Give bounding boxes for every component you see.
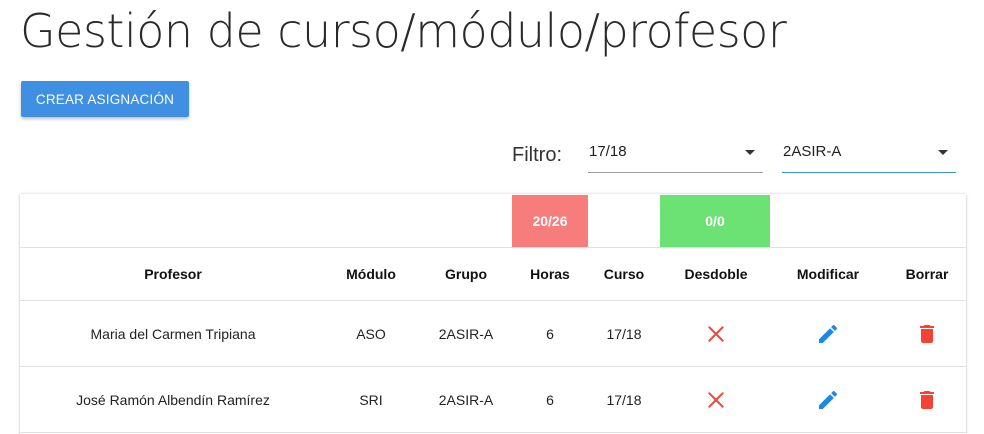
trash-icon[interactable]	[915, 388, 939, 412]
create-assignment-button[interactable]: CREAR ASIGNACIÓN	[21, 81, 189, 117]
cell-delete	[888, 367, 966, 432]
chevron-down-icon	[745, 150, 755, 155]
trash-icon[interactable]	[915, 322, 939, 346]
header-professor: Profesor	[144, 266, 202, 282]
header-hours: Horas	[530, 266, 570, 282]
table-row: José Ramón Albendín Ramírez SRI 2ASIR-A …	[20, 367, 966, 433]
cell-module: ASO	[356, 325, 386, 342]
cell-professor: Maria del Carmen Tripiana	[90, 325, 256, 342]
header-module: Módulo	[346, 266, 396, 282]
cell-group: 2ASIR-A	[438, 325, 494, 342]
split-summary-badge: 0/0	[660, 195, 770, 247]
assignments-table: 20/26 0/0 Profesor Módulo Grupo Horas Cu…	[20, 194, 966, 434]
cell-edit	[768, 301, 888, 366]
cell-split	[664, 367, 768, 432]
cell-edit	[768, 367, 888, 432]
cell-professor: José Ramón Albendín Ramírez	[76, 391, 270, 408]
filter-label: Filtro:	[512, 144, 562, 166]
table-row: Maria del Carmen Tripiana ASO 2ASIR-A 6 …	[20, 301, 966, 367]
course-select[interactable]: 17/18	[588, 136, 763, 173]
hours-summary-badge: 20/26	[512, 195, 588, 247]
table-header-row: Profesor Módulo Grupo Horas Curso Desdob…	[20, 248, 966, 301]
cell-hours: 6	[546, 325, 554, 342]
group-select-value: 2ASIR-A	[783, 143, 842, 160]
header-edit: Modificar	[796, 266, 860, 282]
cell-course: 17/18	[606, 391, 642, 408]
cell-delete	[888, 301, 966, 366]
cell-hours: 6	[546, 391, 554, 408]
cell-module: SRI	[359, 391, 383, 408]
close-icon	[706, 324, 726, 344]
pencil-icon[interactable]	[816, 388, 840, 412]
cell-course: 17/18	[606, 325, 642, 342]
chevron-down-icon	[938, 150, 948, 155]
header-group: Grupo	[445, 266, 487, 282]
course-select-value: 17/18	[589, 143, 627, 160]
cell-split	[664, 301, 768, 366]
close-icon	[706, 390, 726, 410]
header-delete: Borrar	[905, 266, 949, 282]
summary-row: 20/26 0/0	[20, 194, 966, 248]
page-title: Gestión de curso/módulo/profesor	[20, 4, 787, 58]
cell-group: 2ASIR-A	[438, 391, 494, 408]
pencil-icon[interactable]	[816, 322, 840, 346]
group-select[interactable]: 2ASIR-A	[782, 136, 956, 173]
header-course: Curso	[603, 266, 645, 282]
header-split: Desdoble	[684, 266, 748, 282]
